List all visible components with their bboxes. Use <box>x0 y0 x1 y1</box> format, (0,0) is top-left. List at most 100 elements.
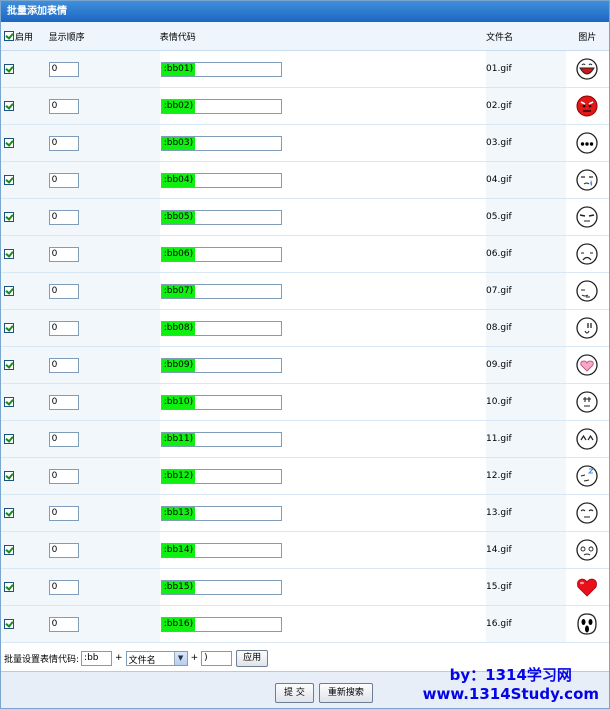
order-input[interactable] <box>48 579 79 595</box>
annoyed-face-icon <box>576 391 598 413</box>
watermark-line-2: www.1314Study.com <box>422 685 599 703</box>
red-heart-icon <box>577 578 598 597</box>
code-value: :bb04) <box>161 173 196 187</box>
heart-face-icon <box>576 354 598 376</box>
order-input[interactable] <box>48 542 79 558</box>
image-cell <box>565 169 609 191</box>
order-input[interactable] <box>48 209 79 225</box>
table-row: :bb08) 08.gif <box>1 310 609 347</box>
code-input[interactable]: :bb15) <box>160 579 282 595</box>
enable-checkbox[interactable] <box>4 360 14 370</box>
order-input[interactable] <box>48 505 79 521</box>
code-header: 表情代码 <box>160 30 483 43</box>
bulk-suffix-input[interactable] <box>201 650 233 666</box>
submit-button[interactable]: 提 交 <box>275 683 314 703</box>
image-cell <box>565 502 609 524</box>
order-input[interactable] <box>48 468 79 484</box>
reset-search-button[interactable]: 重新搜索 <box>318 683 373 703</box>
order-input[interactable] <box>48 283 79 299</box>
plus-sign-1: + <box>115 653 123 663</box>
code-input[interactable]: :bb05) <box>160 209 282 225</box>
order-input[interactable] <box>48 61 79 77</box>
filename-header-label: 文件名 <box>486 32 514 43</box>
code-cell: :bb03) <box>160 135 483 151</box>
enable-checkbox[interactable] <box>4 64 14 74</box>
apply-button[interactable]: 应用 <box>236 649 269 667</box>
code-cell: :bb14) <box>160 542 483 558</box>
order-input[interactable] <box>48 320 79 336</box>
select-all-checkbox[interactable] <box>4 31 14 41</box>
code-input[interactable]: :bb11) <box>160 431 282 447</box>
order-input[interactable] <box>48 394 79 410</box>
order-input[interactable] <box>48 616 79 632</box>
code-value: :bb06) <box>161 247 196 261</box>
batch-add-emoticons-panel: 批量添加表情 启用 显示顺序 表情代码 文件名 图片 :bb01) 01.gif:… <box>0 0 610 709</box>
enable-checkbox[interactable] <box>4 619 14 629</box>
watermark: by：1314学习网 www.1314Study.com <box>423 666 599 704</box>
code-value: :bb15) <box>161 580 196 594</box>
code-value: :bb07) <box>161 284 196 298</box>
code-value: :bb09) <box>161 358 196 372</box>
code-input[interactable]: :bb08) <box>160 320 282 336</box>
enable-checkbox[interactable] <box>4 138 14 148</box>
code-value: :bb14) <box>161 543 196 557</box>
image-cell <box>565 428 609 450</box>
enable-checkbox[interactable] <box>4 286 14 296</box>
enable-checkbox[interactable] <box>4 434 14 444</box>
order-input[interactable] <box>48 172 79 188</box>
filename-cell: 11.gif <box>486 434 512 444</box>
enable-cell <box>1 471 48 481</box>
order-cell <box>48 505 160 521</box>
filename-cell: 06.gif <box>486 249 512 259</box>
code-input[interactable]: :bb10) <box>160 394 282 410</box>
filename-cell: 07.gif <box>486 286 512 296</box>
code-value: :bb11) <box>161 432 196 446</box>
code-input[interactable]: :bb12) <box>160 468 282 484</box>
code-input[interactable]: :bb01) <box>160 61 282 77</box>
order-input[interactable] <box>48 431 79 447</box>
enable-checkbox[interactable] <box>4 471 14 481</box>
code-cell: :bb09) <box>160 357 483 373</box>
code-cell: :bb02) <box>160 98 483 114</box>
chevron-down-icon[interactable]: ▼ <box>173 651 187 665</box>
code-input[interactable]: :bb14) <box>160 542 282 558</box>
code-input[interactable]: :bb03) <box>160 135 282 151</box>
enable-checkbox[interactable] <box>4 508 14 518</box>
code-cell: :bb07) <box>160 283 483 299</box>
table-row: :bb07) 07.gif <box>1 273 609 310</box>
order-cell <box>48 246 160 262</box>
bulk-filename-select[interactable]: 文件名 ▼ <box>125 650 188 666</box>
code-cell: :bb08) <box>160 320 483 336</box>
order-input[interactable] <box>48 357 79 373</box>
code-input[interactable]: :bb04) <box>160 172 282 188</box>
code-input[interactable]: :bb02) <box>160 98 282 114</box>
code-input[interactable]: :bb06) <box>160 246 282 262</box>
enable-checkbox[interactable] <box>4 397 14 407</box>
enable-checkbox[interactable] <box>4 212 14 222</box>
bulk-prefix-input[interactable] <box>81 650 113 666</box>
code-input[interactable]: :bb07) <box>160 283 282 299</box>
enable-checkbox[interactable] <box>4 249 14 259</box>
enable-checkbox[interactable] <box>4 101 14 111</box>
code-input[interactable]: :bb09) <box>160 357 282 373</box>
content-face-icon <box>576 502 598 524</box>
order-header-label: 显示顺序 <box>48 32 85 43</box>
enable-cell <box>1 138 48 148</box>
order-cell <box>48 616 160 632</box>
order-input[interactable] <box>48 246 79 262</box>
enable-checkbox[interactable] <box>4 582 14 592</box>
enable-checkbox[interactable] <box>4 323 14 333</box>
filename-cell: 04.gif <box>486 175 512 185</box>
filename-cell: 12.gif <box>486 471 512 481</box>
enable-checkbox[interactable] <box>4 175 14 185</box>
order-cell <box>48 320 160 336</box>
enable-cell <box>1 286 48 296</box>
order-input[interactable] <box>48 135 79 151</box>
order-header: 显示顺序 <box>48 30 160 43</box>
code-input[interactable]: :bb13) <box>160 505 282 521</box>
enable-checkbox[interactable] <box>4 545 14 555</box>
table-row: :bb09) 09.gif <box>1 347 609 384</box>
filename-cell: 14.gif <box>486 545 512 555</box>
order-input[interactable] <box>48 98 79 114</box>
code-input[interactable]: :bb16) <box>160 616 282 632</box>
